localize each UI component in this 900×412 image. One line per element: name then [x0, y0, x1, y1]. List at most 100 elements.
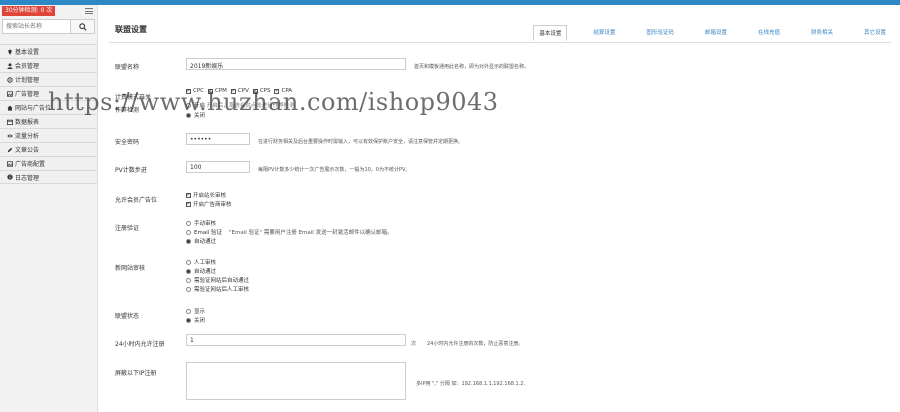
- site-manual-option[interactable]: 人工审核: [186, 258, 216, 266]
- sidebar-item-traffic[interactable]: 流量分析: [0, 128, 97, 142]
- search-icon: [78, 22, 87, 31]
- pin-icon: [6, 48, 13, 55]
- search-input[interactable]: [3, 20, 70, 33]
- register-verify-label: 注册验证: [115, 225, 140, 232]
- sidebar-item-label: 文章公告: [15, 147, 40, 154]
- radio[interactable]: [186, 308, 191, 314]
- billing-cpa-option[interactable]: CPA: [274, 88, 292, 94]
- cheat-check-hint: 开启后，系统会对点击进行作弊检测: [206, 103, 295, 109]
- register-email-option[interactable]: Email 验证 "Email 验证" 需要用户注册 Email 发送一封激活邮…: [186, 228, 393, 236]
- register-auto-option[interactable]: 自动通过: [186, 237, 216, 245]
- radio[interactable]: [186, 259, 191, 265]
- security-code-input[interactable]: ••••••: [186, 133, 250, 145]
- radio[interactable]: [186, 229, 191, 235]
- sidebar-item-advertiser-config[interactable]: 广告商配置: [0, 156, 97, 170]
- sidebar-item-label: 计划管理: [15, 77, 40, 84]
- alliance-name-hint: 首页和模板通用此名称，即为对外显示的联盟名称。: [414, 64, 530, 70]
- radio[interactable]: [186, 317, 191, 323]
- register-limit-label: 24小时内允许注册: [115, 341, 165, 348]
- register-manual-option[interactable]: 手动审核: [186, 219, 216, 227]
- alliance-status-label: 联盟状态: [115, 313, 140, 320]
- sidebar-item-label: 日志管理: [15, 174, 40, 182]
- site-verify-manual-option[interactable]: 需验证网站后人工审核: [186, 285, 249, 293]
- home-icon: [6, 104, 13, 111]
- site-verify-auto-option[interactable]: 需验证网站后自动通过: [186, 276, 249, 284]
- checkbox[interactable]: [230, 88, 236, 94]
- register-limit-hint: 24小时内允许注册的次数，防止恶意注册。: [427, 341, 524, 347]
- sidebar-item-reports[interactable]: 数据报表: [0, 114, 97, 128]
- new-site-review-label: 新网站审核: [115, 265, 146, 272]
- sidebar-search: [2, 19, 95, 34]
- member-adslot-label: 允许会员广告位: [115, 197, 158, 204]
- checkbox[interactable]: [252, 88, 258, 94]
- sidebar-item-label: 流量分析: [15, 133, 40, 140]
- sidebar-item-articles[interactable]: 文章公告: [0, 142, 97, 156]
- tab-email[interactable]: 邮箱设置: [700, 25, 732, 41]
- pv-step-label: PV计数步进: [115, 167, 147, 174]
- image-icon: [6, 90, 13, 97]
- sidebar-item-ads[interactable]: 广告管理: [0, 86, 97, 100]
- register-limit-input[interactable]: 1: [186, 334, 406, 346]
- security-code-hint: 在进行财务相关及后台重要操作时需输入，可以有效保护账户安全，请注意保管并定期更换…: [258, 139, 464, 145]
- tab-finance[interactable]: 财务相关: [806, 25, 838, 41]
- sidebar-item-logs[interactable]: 日志管理: [0, 170, 97, 184]
- sidebar-item-plans[interactable]: 计划管理: [0, 72, 97, 86]
- main-content: 联盟设置 基本设置 结算设置 图形验证码 邮箱设置 在线充值 财务相关 其它设置…: [99, 5, 900, 412]
- radio[interactable]: [186, 112, 191, 118]
- calendar-icon: [6, 118, 13, 125]
- sidebar-item-members[interactable]: 会员管理: [0, 58, 97, 72]
- tab-captcha[interactable]: 图形验证码: [641, 25, 679, 41]
- billing-cpc-option[interactable]: CPC: [186, 88, 204, 94]
- billing-modes-group: CPC CPM CPV CPS CPA: [186, 88, 292, 94]
- page-title: 联盟设置: [115, 25, 147, 34]
- blocked-ips-textarea[interactable]: [186, 362, 406, 400]
- cheat-check-on-option[interactable]: 开启 开启后，系统会对点击进行作弊检测: [186, 101, 295, 109]
- status-close-option[interactable]: 关闭: [186, 316, 205, 324]
- checkbox[interactable]: [186, 192, 191, 198]
- sidebar-item-label: 网站与广告位: [15, 105, 52, 112]
- timer-badge: 30分钟检测: 0 次: [2, 6, 56, 16]
- tab-settlement[interactable]: 结算设置: [588, 25, 620, 41]
- radio[interactable]: [186, 286, 191, 292]
- checkbox[interactable]: [274, 88, 280, 94]
- sidebar-item-sites[interactable]: 网站与广告位: [0, 100, 97, 114]
- checkbox[interactable]: [208, 88, 213, 94]
- site-auto-option[interactable]: 自动通过: [186, 267, 216, 275]
- billing-cps-option[interactable]: CPS: [252, 88, 270, 94]
- user-icon: [6, 62, 13, 69]
- eye-icon: [6, 132, 13, 139]
- tab-recharge[interactable]: 在线充值: [753, 25, 785, 41]
- sidebar-item-label: 广告商配置: [15, 161, 46, 168]
- radio[interactable]: [186, 238, 191, 244]
- cheat-check-off-option[interactable]: 关闭: [186, 111, 205, 119]
- radio[interactable]: [186, 220, 191, 226]
- billing-cpm-option[interactable]: CPM: [208, 88, 227, 94]
- tab-basic[interactable]: 基本设置: [533, 25, 568, 41]
- sidebar-header: 30分钟检测: 0 次: [0, 5, 97, 17]
- radio[interactable]: [186, 277, 191, 283]
- alliance-name-input[interactable]: 2019新娱乐: [186, 58, 406, 70]
- advertiser-review-option[interactable]: 开启广告商审核: [186, 200, 232, 208]
- webmaster-review-option[interactable]: 开启站长审核: [186, 191, 226, 199]
- radio[interactable]: [186, 102, 191, 108]
- alliance-name-label: 联盟名称: [115, 64, 140, 71]
- settings-tabs: 基本设置 结算设置 图形验证码 邮箱设置 在线充值 财务相关 其它设置: [512, 25, 891, 41]
- register-limit-unit: 次: [411, 341, 417, 347]
- checkbox[interactable]: [186, 201, 191, 207]
- search-button[interactable]: [70, 20, 94, 33]
- sidebar-item-basic[interactable]: 基本设置: [0, 44, 97, 58]
- image-icon: [6, 160, 13, 167]
- billing-cpv-option[interactable]: CPV: [230, 88, 249, 94]
- billing-modes-label: 计费模式开关: [115, 94, 152, 101]
- pv-step-hint: 每隔PV计数多少统计一次广告展示次数，一般为10，0为不统计PV。: [258, 167, 411, 173]
- tab-other[interactable]: 其它设置: [859, 25, 891, 41]
- menu-toggle-icon[interactable]: [85, 8, 93, 14]
- pencil-icon: [6, 146, 13, 153]
- register-email-hint: "Email 验证" 需要用户注册 Email 发送一封激活邮件以确认邮箱。: [229, 230, 393, 236]
- radio[interactable]: [186, 268, 191, 274]
- pv-step-input[interactable]: 100: [186, 161, 250, 173]
- sidebar-item-label: 基本设置: [15, 49, 40, 56]
- status-show-option[interactable]: 显示: [186, 307, 205, 315]
- blocked-ips-label: 屏蔽以下IP注册: [115, 370, 157, 377]
- checkbox[interactable]: [186, 88, 191, 94]
